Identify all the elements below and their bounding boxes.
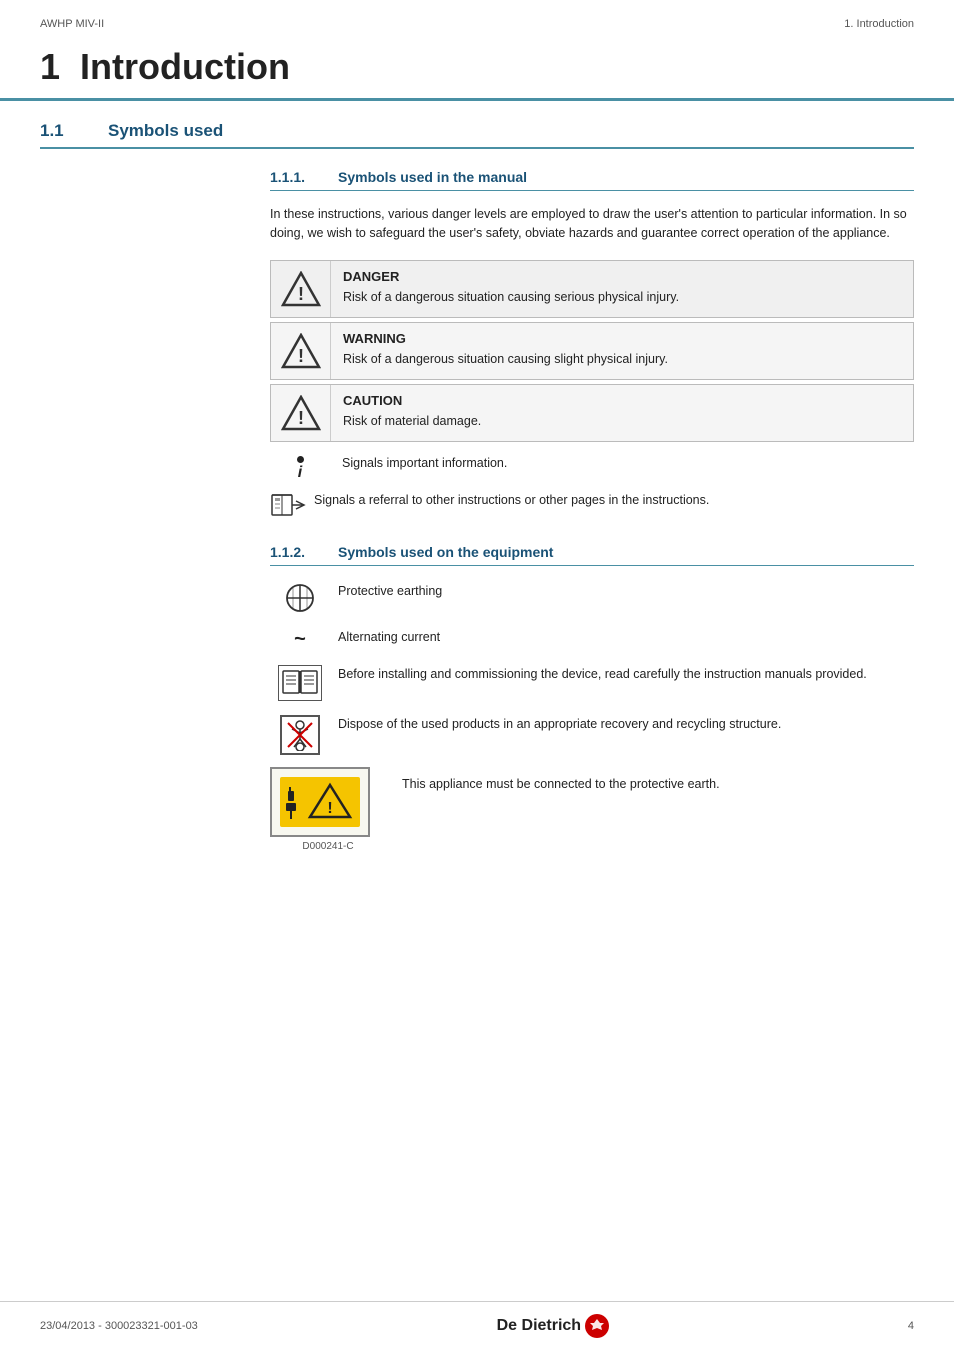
- chapter-title: 1 Introduction: [40, 46, 914, 98]
- danger-text-cell: DANGER Risk of a dangerous situation cau…: [331, 261, 913, 317]
- section-1-1-block: 1.1 Symbols used: [0, 101, 954, 149]
- caution-box: ! CAUTION Risk of material damage.: [270, 384, 914, 442]
- manual-description: Before installing and commissioning the …: [330, 663, 914, 684]
- referral-text: Signals a referral to other instructions…: [314, 491, 709, 510]
- chapter-title-text: Introduction: [80, 46, 290, 87]
- left-col: [40, 169, 260, 862]
- i-icon: i: [297, 454, 304, 481]
- danger-description: Risk of a dangerous situation causing se…: [343, 288, 901, 307]
- subsection-1-1-2-title: 1.1.2. Symbols used on the equipment: [270, 544, 914, 566]
- equipment-rows: Protective earthing ~ Alternating curren…: [270, 580, 914, 757]
- caution-text-cell: CAUTION Risk of material damage.: [331, 385, 913, 441]
- label-block: ! D000241-C This appliance must be conne…: [270, 767, 914, 852]
- info-icon-cell: i: [270, 450, 330, 485]
- label-image: !: [270, 767, 370, 837]
- subsection-1-1-2-block: 1.1.2. Symbols used on the equipment: [270, 544, 914, 757]
- earth-symbol-icon: [270, 580, 330, 616]
- subsection-1-1-1-title: 1.1.1. Symbols used in the manual: [270, 169, 914, 191]
- section-1-1-label: Symbols used: [108, 121, 223, 141]
- i-letter: i: [298, 465, 302, 481]
- label-caption: D000241-C: [302, 841, 353, 852]
- recycle-description: Dispose of the used products in an appro…: [330, 713, 914, 734]
- caution-description: Risk of material damage.: [343, 412, 901, 431]
- manual-icon: [270, 663, 330, 703]
- book-referral-icon: [270, 491, 308, 519]
- danger-box: ! DANGER Risk of a dangerous situation c…: [270, 260, 914, 318]
- recycle-icon: [270, 713, 330, 757]
- footer-logo: De Dietrich: [497, 1314, 609, 1338]
- equipment-item-earth: Protective earthing: [270, 580, 914, 616]
- svg-text:!: !: [298, 346, 304, 366]
- info-text: Signals important information.: [330, 450, 914, 477]
- warning-text-cell: WARNING Risk of a dangerous situation ca…: [331, 323, 913, 379]
- warning-triangle-icon: !: [281, 333, 321, 369]
- footer-brand: De Dietrich: [497, 1317, 581, 1335]
- svg-text:!: !: [298, 284, 304, 304]
- referral-row: Signals a referral to other instructions…: [270, 491, 914, 528]
- subsection-1-1-1-label: Symbols used in the manual: [338, 169, 527, 185]
- chapter-title-block: 1 Introduction: [0, 36, 954, 101]
- page-footer: 23/04/2013 - 300023321-001-03 De Dietric…: [0, 1301, 954, 1350]
- equipment-item-manual: Before installing and commissioning the …: [270, 663, 914, 703]
- tilde-description: Alternating current: [330, 626, 914, 647]
- subsection-1-1-2-number: 1.1.2.: [270, 544, 320, 560]
- header-left: AWHP MIV-II: [40, 18, 104, 30]
- info-row: i Signals important information.: [270, 450, 914, 485]
- section-1-1-number: 1.1: [40, 121, 80, 141]
- equipment-item-tilde: ~ Alternating current: [270, 626, 914, 653]
- warning-box: ! WARNING Risk of a dangerous situation …: [270, 322, 914, 380]
- subsection-1-1-2-label: Symbols used on the equipment: [338, 544, 553, 560]
- warning-label: WARNING: [343, 331, 901, 346]
- footer-logo-circle: [585, 1314, 609, 1338]
- caution-icon-cell: !: [271, 385, 331, 441]
- subsection-1-1-1-number: 1.1.1.: [270, 169, 320, 185]
- page-header: AWHP MIV-II 1. Introduction: [0, 0, 954, 36]
- content-area: 1.1.1. Symbols used in the manual In the…: [0, 169, 954, 862]
- footer-left: 23/04/2013 - 300023321-001-03: [40, 1320, 198, 1332]
- earth-description: Protective earthing: [330, 580, 914, 601]
- danger-icon-cell: !: [271, 261, 331, 317]
- label-description: This appliance must be connected to the …: [402, 767, 720, 794]
- caution-label: CAUTION: [343, 393, 901, 408]
- caution-triangle-icon: !: [281, 395, 321, 431]
- danger-triangle-icon: !: [281, 271, 321, 307]
- svg-text:!: !: [298, 408, 304, 428]
- warning-icon-cell: !: [271, 323, 331, 379]
- warning-description: Risk of a dangerous situation causing sl…: [343, 350, 901, 369]
- svg-text:!: !: [327, 800, 332, 817]
- intro-paragraph: In these instructions, various danger le…: [270, 205, 914, 244]
- section-1-1-title: 1.1 Symbols used: [40, 121, 914, 149]
- tilde-icon: ~: [270, 626, 330, 653]
- footer-page-number: 4: [908, 1320, 914, 1332]
- equipment-item-recycle: Dispose of the used products in an appro…: [270, 713, 914, 757]
- header-right: 1. Introduction: [844, 18, 914, 30]
- chapter-number: 1: [40, 46, 60, 87]
- danger-label: DANGER: [343, 269, 901, 284]
- right-col: 1.1.1. Symbols used in the manual In the…: [260, 169, 914, 862]
- i-dot: [297, 456, 304, 463]
- referral-book-icon: [270, 491, 308, 528]
